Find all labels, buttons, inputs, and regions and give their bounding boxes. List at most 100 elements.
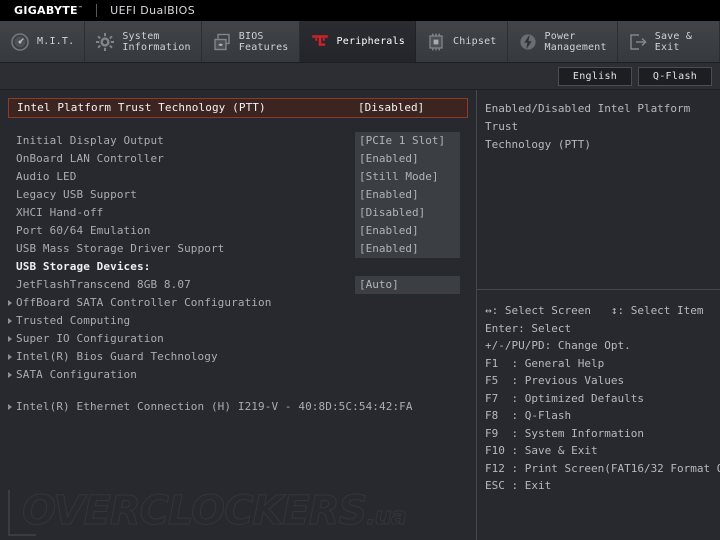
tab-chipset[interactable]: Chipset: [415, 21, 508, 62]
settings-row[interactable]: Intel Platform Trust Technology (PTT) [Di…: [8, 98, 468, 118]
exit-arrow-icon: [628, 32, 648, 52]
settings-row-value[interactable]: [Enabled]: [355, 222, 460, 240]
settings-row-value[interactable]: [Disabled]: [355, 204, 460, 222]
site-watermark: OVERCLOCKERS.ua: [21, 488, 407, 535]
settings-spacer: [8, 384, 468, 398]
settings-row[interactable]: Initial Display Output [PCIe 1 Slot]: [8, 132, 468, 150]
key-legend-line: ↔: Select Screen ↕: Select Item: [485, 304, 704, 317]
key-legend-line: F12 : Print Screen(FAT16/32 Format Only): [485, 461, 720, 475]
key-legend-line: F5 : Previous Values: [485, 374, 625, 387]
settings-row-label: Intel Platform Trust Technology (PTT): [17, 101, 266, 114]
settings-row-label: Intel(R) Bios Guard Technology: [16, 350, 218, 363]
settings-row[interactable]: XHCI Hand-off [Disabled]: [8, 204, 468, 222]
settings-row-label: OnBoard LAN Controller: [16, 152, 164, 165]
utility-bar: English Q-Flash: [0, 63, 720, 90]
settings-row[interactable]: USB Mass Storage Driver Support [Enabled]: [8, 240, 468, 258]
settings-row-label: JetFlashTranscend 8GB 8.07: [16, 278, 191, 291]
brand-divider: [96, 4, 98, 17]
key-legend-line: +/-/PU/PD: Change Opt.: [485, 339, 631, 352]
help-divider: [477, 289, 720, 290]
settings-row-label: USB Storage Devices:: [16, 260, 151, 273]
settings-row-label: SATA Configuration: [16, 368, 138, 381]
settings-row-value: [355, 294, 460, 312]
chevron-right-icon: [8, 372, 12, 378]
key-legend-line: Enter: Select: [485, 321, 572, 335]
key-legend-line: F1 : General Help: [485, 356, 605, 370]
tab-power-management[interactable]: Power Management: [507, 21, 618, 62]
chevron-right-icon: [8, 336, 12, 342]
settings-row-label: Port 60/64 Emulation: [16, 224, 151, 237]
gauge-icon: [10, 32, 30, 52]
settings-submenu-row[interactable]: OffBoard SATA Controller Configuration: [8, 294, 468, 312]
settings-row[interactable]: OnBoard LAN Controller [Enabled]: [8, 150, 468, 168]
key-legend: ↔: Select Screen ↕: Select Item Enter: Se…: [485, 302, 720, 495]
chevron-right-icon: [8, 318, 12, 324]
settings-row-value: [355, 258, 460, 276]
chevron-right-icon: [8, 404, 12, 410]
settings-row[interactable]: Legacy USB Support [Enabled]: [8, 186, 468, 204]
settings-row[interactable]: Port 60/64 Emulation [Enabled]: [8, 222, 468, 240]
settings-row-value: [355, 330, 460, 348]
settings-row-label: Intel(R) Ethernet Connection (H) I219-V …: [16, 400, 413, 413]
help-pane: Enabled/Disabled Intel Platform Trust Te…: [477, 90, 720, 540]
frame-corner-horizontal: [8, 534, 36, 536]
power-bolt-icon: [518, 32, 538, 52]
settings-row-label: Initial Display Output: [16, 134, 164, 147]
settings-row-value[interactable]: [Enabled]: [355, 150, 460, 168]
settings-row[interactable]: JetFlashTranscend 8GB 8.07 [Auto]: [8, 276, 468, 294]
settings-row-label: Super IO Configuration: [16, 332, 164, 345]
tab-bios-features[interactable]: BIOS Features: [201, 21, 300, 62]
settings-row-value[interactable]: [Auto]: [355, 276, 460, 294]
settings-row-value[interactable]: [PCIe 1 Slot]: [355, 132, 460, 150]
settings-row-value[interactable]: [Disabled]: [354, 99, 459, 117]
tab-save-exit[interactable]: Save & Exit: [617, 21, 720, 62]
tab-label: M.I.T.: [37, 36, 75, 47]
brand-bar: GIGABYTE™ UEFI DualBIOS: [0, 0, 720, 21]
settings-row-value: [355, 348, 460, 366]
qflash-button[interactable]: Q-Flash: [638, 66, 712, 86]
settings-row-label: XHCI Hand-off: [16, 206, 104, 219]
settings-row-value: [355, 312, 460, 330]
peripherals-icon: [310, 32, 330, 52]
tab-label: Chipset: [452, 36, 497, 47]
settings-submenu-row[interactable]: Super IO Configuration: [8, 330, 468, 348]
bios-setup-screen: GIGABYTE™ UEFI DualBIOS M.I.T. System In…: [0, 0, 720, 540]
settings-row-label: USB Mass Storage Driver Support: [16, 242, 225, 255]
frame-corner-vertical: [8, 490, 10, 536]
tab-label: Save & Exit: [654, 30, 693, 53]
settings-submenu-row[interactable]: Intel(R) Ethernet Connection (H) I219-V …: [8, 398, 468, 416]
main-tab-bar: M.I.T. System Information BIOS Features …: [0, 21, 720, 63]
tab-label: System Information: [122, 30, 191, 53]
settings-row-value[interactable]: [Still Mode]: [355, 168, 460, 186]
help-description: Enabled/Disabled Intel Platform Trust Te…: [485, 102, 691, 151]
settings-row-value: [355, 366, 460, 384]
settings-submenu-row[interactable]: SATA Configuration: [8, 366, 468, 384]
gigabyte-logo: GIGABYTE™: [14, 4, 84, 17]
settings-row: USB Storage Devices:: [8, 258, 468, 276]
settings-row-value[interactable]: [Enabled]: [355, 240, 460, 258]
settings-submenu-row[interactable]: Trusted Computing: [8, 312, 468, 330]
settings-pane: Intel Platform Trust Technology (PTT) [Di…: [0, 90, 477, 540]
key-legend-line: F9 : System Information: [485, 426, 644, 440]
tab-label: Peripherals: [336, 36, 405, 47]
tab-peripherals[interactable]: Peripherals: [299, 21, 416, 62]
brand-subtitle: UEFI DualBIOS: [110, 4, 196, 17]
chevron-right-icon: [8, 354, 12, 360]
settings-row[interactable]: Audio LED [Still Mode]: [8, 168, 468, 186]
settings-submenu-row[interactable]: Intel(R) Bios Guard Technology: [8, 348, 468, 366]
chevron-right-icon: [8, 300, 12, 306]
language-button[interactable]: English: [558, 66, 632, 86]
settings-row-value: [413, 398, 468, 416]
bios-chip-icon: [212, 32, 232, 52]
settings-row-value[interactable]: [Enabled]: [355, 186, 460, 204]
settings-row-label: Audio LED: [16, 170, 77, 183]
settings-list: Intel Platform Trust Technology (PTT) [Di…: [8, 98, 468, 416]
tab-mit[interactable]: M.I.T.: [0, 21, 86, 62]
tab-label: BIOS Features: [238, 30, 289, 53]
settings-row-label: Trusted Computing: [16, 314, 131, 327]
content-area: Intel Platform Trust Technology (PTT) [Di…: [0, 90, 720, 540]
tab-system-information[interactable]: System Information: [85, 21, 202, 62]
key-legend-line: ESC : Exit: [485, 479, 552, 492]
info-card-icon: [95, 32, 115, 52]
watermark-suffix: .ua: [366, 502, 407, 531]
